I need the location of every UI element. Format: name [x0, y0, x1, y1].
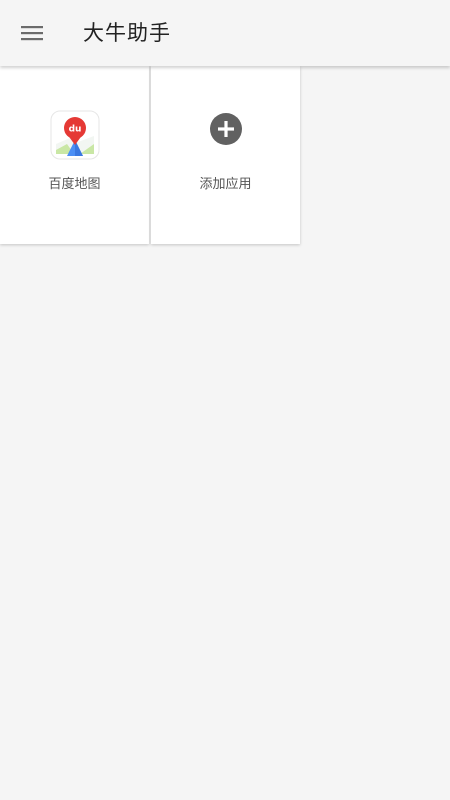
app-tile-baidu-map[interactable]: du 百度地图: [0, 66, 149, 244]
app-bar: 大牛助手: [0, 0, 450, 66]
svg-text:du: du: [68, 125, 81, 135]
hamburger-menu-icon: [21, 26, 43, 41]
app-label: 百度地图: [48, 177, 101, 192]
add-circle-icon: [209, 113, 242, 145]
menu-button[interactable]: [10, 15, 54, 51]
add-app-tile[interactable]: 添加应用: [151, 66, 300, 244]
baidu-map-icon: du: [50, 110, 99, 160]
app-grid: du 百度地图 添加应用: [0, 66, 300, 244]
app-label: 添加应用: [199, 177, 252, 192]
app-title: 大牛助手: [83, 21, 171, 45]
